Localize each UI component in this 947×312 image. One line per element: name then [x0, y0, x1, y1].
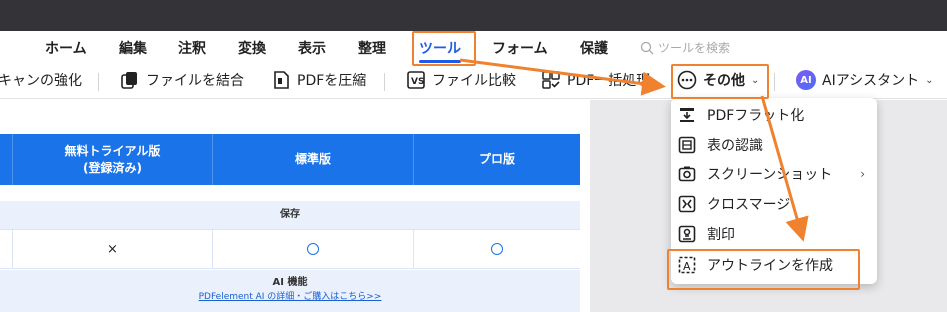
ai-details-link[interactable]: PDFelement AI の詳細・ご購入はこちら>>: [0, 290, 580, 304]
cell-standard: [213, 230, 413, 268]
menu-item-table-recognition[interactable]: 表の認識: [677, 131, 873, 159]
scan-enhance-label: キャンの強化: [0, 73, 82, 89]
highlight-other-button: [671, 64, 769, 99]
combine-files-icon: [121, 72, 137, 89]
search-icon: [640, 41, 654, 54]
cell-trial: ×: [107, 241, 118, 257]
scan-enhance-button[interactable]: キャンの強化: [0, 70, 82, 90]
flatten-icon: [680, 108, 694, 122]
search-placeholder: ツールを検索: [658, 41, 731, 55]
toolbar-divider: [384, 73, 385, 91]
tools-toolbar: キャンの強化 ファイルを結合 PDFを圧縮 VS ファイル比較 PDF一括処理 …: [0, 64, 947, 99]
menu-item-seal[interactable]: 割印: [677, 220, 873, 248]
window-titlebar: [0, 0, 947, 31]
menu-item-flatten[interactable]: PDFフラット化: [677, 101, 873, 129]
menu-item-label: 割印: [707, 227, 735, 243]
highlight-create-outline: [667, 249, 860, 290]
table-header-pro: プロ版: [414, 134, 580, 185]
seal-icon: [678, 225, 696, 243]
combine-files-label: ファイルを結合: [146, 73, 244, 89]
compress-pdf-icon: [274, 71, 289, 89]
cell-pro: [414, 230, 580, 268]
compare-files-icon: VS: [407, 71, 425, 89]
table-header-standard: 標準版: [213, 134, 413, 185]
menu-item-label: スクリーンショット: [707, 167, 833, 183]
menu-item-label: クロスマージ: [707, 197, 791, 213]
tab-protect[interactable]: 保護: [580, 38, 608, 58]
section-ai: AI 機能 PDFelement AI の詳細・ご購入はこちら>>: [0, 270, 580, 312]
menu-item-screenshot[interactable]: スクリーンショット ›: [677, 160, 873, 188]
combine-files-button[interactable]: ファイルを結合: [120, 70, 244, 90]
compress-pdf-label: PDFを圧縮: [297, 73, 367, 89]
ai-assistant-button[interactable]: AI AIアシスタント ⌄: [796, 70, 934, 90]
tab-home[interactable]: ホーム: [45, 38, 87, 58]
toolbar-divider: [774, 73, 775, 91]
menu-item-cross-merge[interactable]: クロスマージ: [677, 190, 873, 218]
tab-organize[interactable]: 整理: [358, 38, 386, 58]
ai-assistant-label: AIアシスタント: [822, 73, 920, 89]
batch-process-button[interactable]: PDF一括処理: [541, 70, 650, 90]
tab-edit[interactable]: 編集: [119, 38, 147, 58]
menu-item-label: 表の認識: [707, 138, 763, 154]
cross-merge-icon: [678, 195, 696, 213]
svg-text:VS: VS: [411, 77, 424, 87]
table-recognition-icon: [678, 136, 696, 154]
tab-annotate[interactable]: 注釈: [178, 38, 206, 58]
tool-search[interactable]: ツールを検索: [640, 39, 730, 56]
batch-process-icon: [542, 71, 560, 89]
compress-pdf-button[interactable]: PDFを圧縮: [271, 70, 366, 90]
table-row: ×: [0, 229, 580, 269]
tab-view[interactable]: 表示: [298, 38, 326, 58]
ai-icon: AI: [796, 70, 816, 90]
section-save: 保存: [0, 201, 580, 229]
menu-item-label: PDFフラット化: [707, 108, 805, 124]
section-ai-title: AI 機能: [272, 277, 308, 288]
compare-files-button[interactable]: VS ファイル比較: [406, 70, 516, 90]
toolbar-divider: [98, 73, 99, 91]
check-circle-icon: [491, 243, 503, 255]
table-header-cell: [0, 134, 12, 185]
highlight-tools-tab: [412, 31, 476, 66]
table-header-trial: 無料トライアル版 (登録済み): [13, 134, 212, 185]
batch-process-label: PDF一括処理: [567, 73, 651, 89]
tab-convert[interactable]: 変換: [238, 38, 266, 58]
check-circle-icon: [307, 243, 319, 255]
tab-form[interactable]: フォーム: [492, 38, 548, 58]
chevron-down-icon: ⌄: [925, 74, 934, 86]
compare-files-label: ファイル比較: [432, 73, 516, 89]
chevron-right-icon: ›: [860, 167, 865, 181]
screenshot-icon: [678, 166, 696, 182]
